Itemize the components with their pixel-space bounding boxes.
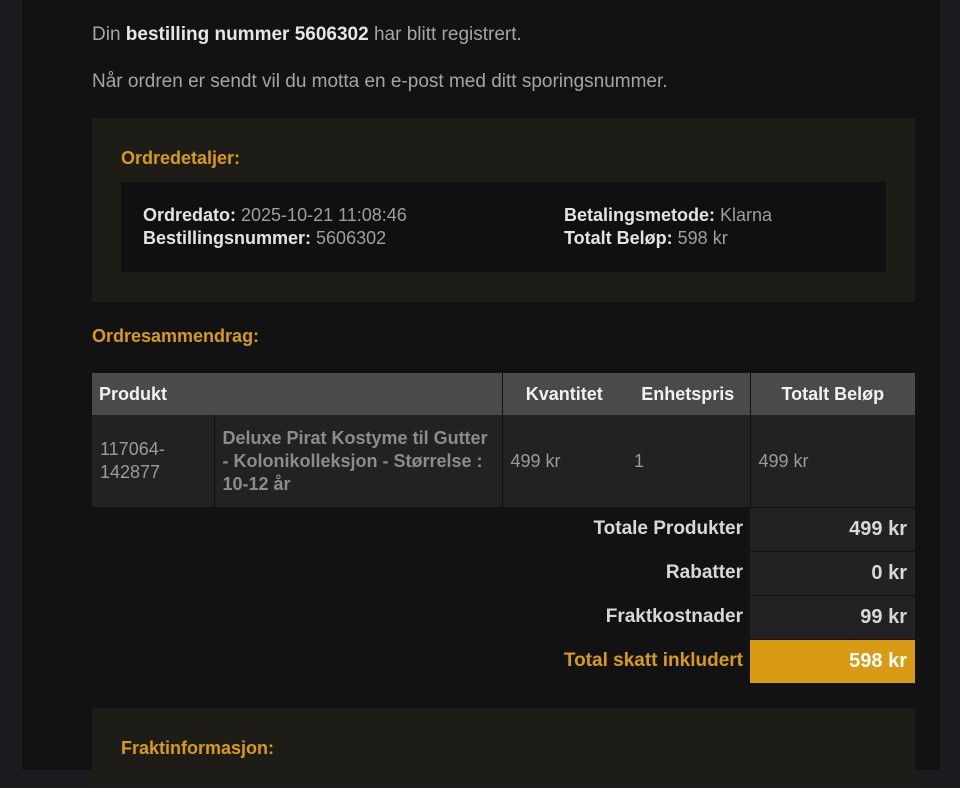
totals-shipping-cell: 99 kr [750, 596, 915, 640]
left-gutter [0, 0, 22, 770]
order-details-panel: Ordredetaljer: Ordredato: 2025-10-21 11:… [92, 118, 915, 302]
header-unit-price: Enhetspris [626, 373, 751, 415]
table-header-row: Produkt Kvantitet Enhetspris Totalt Belø… [92, 373, 916, 415]
product-total: 499 kr [749, 415, 916, 507]
shipping-info-title: Fraktinformasjon: [121, 738, 275, 758]
payment-method-label: Betalingsmetode: [564, 205, 716, 225]
totals-products-cell: 499 kr [750, 508, 915, 552]
intro-text: Din [92, 24, 126, 45]
order-number-value: 5606302 [311, 228, 387, 248]
total-amount-label: Totalt Beløp: [564, 228, 673, 248]
order-summary-table: Produkt Kvantitet Enhetspris Totalt Belø… [92, 373, 916, 507]
right-gutter [940, 0, 960, 770]
totals-grand-row: Total skatt inkludert 598 kr [92, 640, 915, 684]
order-summary-title: Ordresammendrag: [92, 326, 260, 346]
total-amount-value: 598 kr [672, 228, 728, 248]
payment-method-value: Klarna [715, 205, 773, 225]
totals-shipping-value: 99 kr [860, 606, 907, 628]
order-number-label: Bestillingsnummer: [143, 228, 312, 248]
totals-grand-cell: 598 kr [750, 640, 915, 684]
totals-products-label: Totale Produkter [593, 518, 743, 539]
totals-discounts-value: 0 kr [871, 562, 907, 584]
product-col4: 1 [626, 415, 751, 507]
table-row: 117064-142877 Deluxe Pirat Kostyme til G… [92, 415, 916, 507]
totals-shipping-row: Fraktkostnader 99 kr [92, 596, 915, 640]
product-sku: 117064-142877 [92, 415, 214, 507]
total-amount-row: Totalt Beløp: 598 kr [564, 227, 772, 250]
order-confirmation-page: Din bestilling nummer 5606302 har blitt … [22, 0, 940, 788]
order-date-row: Ordredato: 2025-10-21 11:08:46 [143, 204, 407, 227]
totals-grand-label: Total skatt inkludert [563, 650, 743, 671]
header-quantity: Kvantitet [501, 373, 627, 415]
order-date-label: Ordredato: [143, 205, 237, 225]
order-details-title: Ordredetaljer: [121, 148, 241, 168]
header-product: Produkt [92, 373, 503, 415]
order-details-right: Betalingsmetode: Klarna Totalt Beløp: 59… [564, 204, 772, 250]
totals-discounts-cell: 0 kr [750, 552, 915, 596]
product-name[interactable]: Deluxe Pirat Kostyme til Gutter - Koloni… [213, 415, 503, 507]
totals-shipping-label: Fraktkostnader [605, 606, 743, 627]
payment-method-row: Betalingsmetode: Klarna [564, 204, 772, 227]
intro-text-end: har blitt registrert. [368, 24, 522, 45]
order-registered-message: Din bestilling nummer 5606302 har blitt … [92, 24, 522, 46]
shipping-info-panel: Fraktinformasjon: [92, 708, 915, 788]
order-number-highlight: bestilling nummer 5606302 [125, 24, 369, 45]
order-date-value: 2025-10-21 11:08:46 [236, 205, 407, 225]
order-details-left: Ordredato: 2025-10-21 11:08:46 Bestillin… [143, 204, 407, 250]
totals-products-row: Totale Produkter 499 kr [92, 508, 915, 552]
tracking-message: Når ordren er sendt vil du motta en e-po… [92, 71, 668, 92]
order-number-row: Bestillingsnummer: 5606302 [143, 227, 407, 250]
totals-discounts-row: Rabatter 0 kr [92, 552, 915, 596]
header-total: Totalt Beløp [749, 373, 916, 415]
totals-grand-value: 598 kr [849, 650, 907, 672]
order-details-box: Ordredato: 2025-10-21 11:08:46 Bestillin… [121, 182, 886, 272]
totals-discounts-label: Rabatter [665, 562, 743, 583]
totals-products-value: 499 kr [849, 518, 907, 540]
product-col3: 499 kr [501, 415, 627, 507]
